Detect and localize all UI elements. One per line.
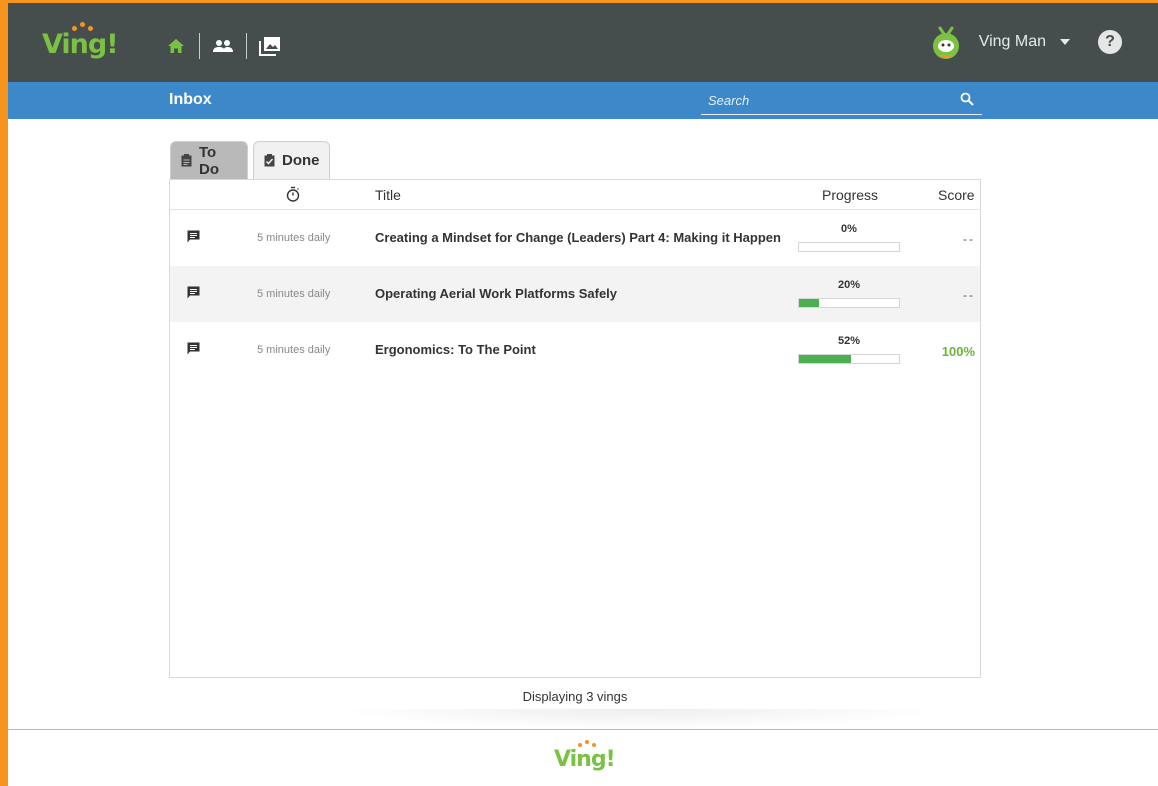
tab-done[interactable]: Done bbox=[253, 141, 330, 179]
progress-percent: 20% bbox=[837, 279, 861, 291]
comment-icon[interactable] bbox=[187, 342, 200, 358]
footer-logo-text: Ving! bbox=[554, 747, 616, 772]
score: -- bbox=[963, 288, 975, 302]
search-input[interactable] bbox=[701, 88, 951, 112]
table-row[interactable]: 5 minutes daily Operating Aerial Work Pl… bbox=[170, 266, 980, 322]
duration: 5 minutes daily bbox=[257, 344, 331, 356]
score: -- bbox=[963, 232, 975, 246]
home-icon[interactable] bbox=[165, 35, 187, 57]
ving-title[interactable]: Operating Aerial Work Platforms Safely bbox=[375, 286, 617, 301]
avatar bbox=[931, 24, 961, 60]
progress-percent: 52% bbox=[837, 335, 861, 347]
logo-dots bbox=[576, 740, 602, 748]
progress-bar bbox=[798, 298, 900, 308]
search-icon[interactable] bbox=[960, 92, 974, 111]
column-header-score[interactable]: Score bbox=[938, 187, 975, 203]
ving-title[interactable]: Creating a Mindset for Change (Leaders) … bbox=[375, 230, 781, 245]
user-menu[interactable]: Ving Man ? bbox=[931, 24, 1122, 60]
top-navigation-bar: Ving! Ving Man ? bbox=[8, 3, 1158, 82]
comment-icon[interactable] bbox=[187, 286, 200, 302]
results-count: Displaying 3 vings bbox=[522, 689, 628, 704]
media-library-icon[interactable] bbox=[259, 35, 281, 57]
help-button[interactable]: ? bbox=[1098, 30, 1122, 54]
section-header: Inbox bbox=[8, 82, 1158, 119]
progress-fill bbox=[799, 355, 851, 363]
duration: 5 minutes daily bbox=[257, 288, 331, 300]
tab-to-do[interactable]: To Do bbox=[170, 141, 248, 179]
vings-table: Title Progress Score 5 minutes daily Cre… bbox=[169, 179, 981, 678]
ving-title[interactable]: Ergonomics: To The Point bbox=[375, 342, 536, 357]
progress-bar bbox=[798, 242, 900, 252]
user-name: Ving Man bbox=[978, 33, 1046, 50]
progress-bar bbox=[798, 354, 900, 364]
comment-icon[interactable] bbox=[187, 230, 200, 246]
search-box bbox=[701, 88, 982, 115]
score: 100% bbox=[941, 344, 975, 359]
nav-divider bbox=[199, 33, 200, 59]
nav-divider bbox=[246, 33, 247, 59]
app-window: Ving! Ving Man ? Inbox Search To Do Done… bbox=[8, 3, 1158, 786]
tab-label: To Do bbox=[199, 143, 219, 178]
tab-label: Done bbox=[282, 152, 320, 169]
logo-text: Ving! bbox=[42, 29, 119, 60]
logo-dots bbox=[70, 22, 100, 32]
footer-divider bbox=[8, 729, 1158, 730]
progress-percent: 0% bbox=[841, 223, 857, 235]
clipboard-check-icon bbox=[264, 154, 275, 167]
table-row[interactable]: 5 minutes daily Creating a Mindset for C… bbox=[170, 210, 980, 266]
people-icon[interactable] bbox=[212, 35, 234, 57]
inbox-tabs: To Do Done bbox=[170, 141, 335, 179]
chevron-down-icon[interactable] bbox=[1060, 39, 1070, 45]
ving-logo[interactable]: Ving! bbox=[42, 22, 119, 60]
footer-logo: Ving! bbox=[554, 740, 616, 772]
clipboard-icon bbox=[181, 154, 192, 167]
column-header-progress[interactable]: Progress bbox=[822, 187, 878, 203]
progress-fill bbox=[799, 299, 819, 307]
duration: 5 minutes daily bbox=[257, 232, 331, 244]
table-header: Title Progress Score bbox=[170, 180, 980, 210]
stopwatch-icon[interactable] bbox=[286, 186, 300, 205]
table-row[interactable]: 5 minutes daily Ergonomics: To The Point… bbox=[170, 322, 980, 378]
page-title: Inbox bbox=[169, 91, 212, 108]
footer-shadow bbox=[328, 709, 948, 729]
column-header-title[interactable]: Title bbox=[375, 187, 401, 203]
nav-icons bbox=[165, 33, 281, 59]
